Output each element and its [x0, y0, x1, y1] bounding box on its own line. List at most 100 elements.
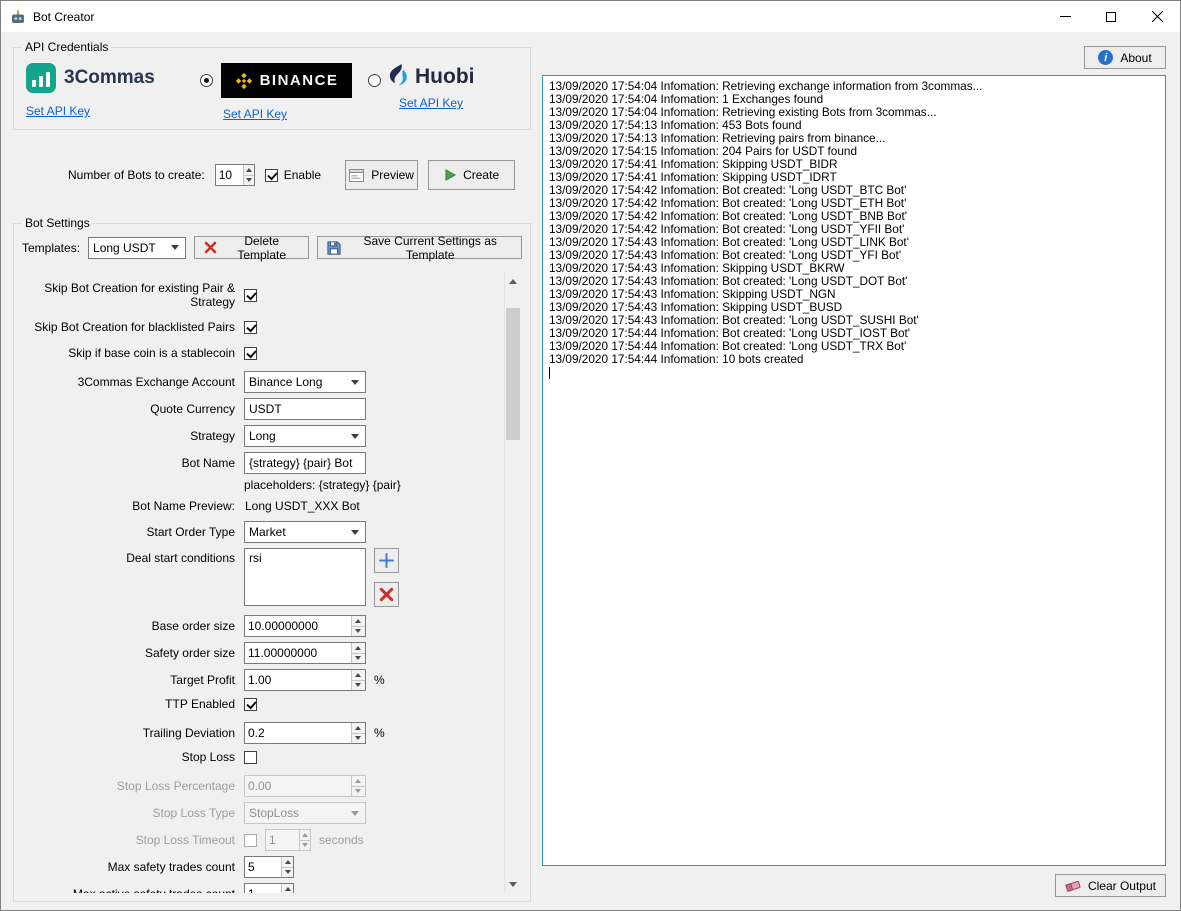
start-order-type-dropdown[interactable]: Market: [244, 521, 366, 543]
base-order-size-stepper[interactable]: [244, 615, 366, 637]
exchange-account-dropdown[interactable]: Binance Long: [244, 371, 366, 393]
strategy-dropdown[interactable]: Long: [244, 425, 366, 447]
minimize-button[interactable]: [1042, 1, 1088, 32]
skip-existing-row: Skip Bot Creation for existing Pair & St…: [22, 281, 492, 309]
down-arrow[interactable]: [351, 681, 365, 691]
max-active-safety-trades-stepper[interactable]: [244, 883, 294, 893]
preview-button[interactable]: Preview: [345, 160, 418, 190]
enable-checkbox[interactable]: [265, 169, 278, 182]
create-button-label: Create: [463, 168, 499, 182]
stop-loss-percentage-label: Stop Loss Percentage: [22, 779, 244, 793]
scrollbar-thumb[interactable]: [506, 308, 520, 440]
skip-blacklisted-checkbox[interactable]: [244, 321, 257, 334]
huobi-set-api-key-link[interactable]: Set API Key: [399, 96, 463, 110]
titlebar-left: Bot Creator: [1, 9, 94, 25]
stop-loss-timeout-row: Stop Loss Timeout seconds: [22, 829, 492, 851]
titlebar: Bot Creator: [1, 1, 1180, 32]
bot-name-row: Bot Name: [22, 452, 492, 474]
trailing-deviation-suffix: %: [374, 726, 385, 740]
up-arrow[interactable]: [351, 723, 365, 734]
quote-currency-input[interactable]: [244, 398, 366, 420]
max-active-safety-trades-input[interactable]: [245, 884, 281, 893]
target-profit-label: Target Profit: [22, 673, 244, 687]
maximize-button[interactable]: [1088, 1, 1134, 32]
target-profit-row: Target Profit %: [22, 669, 492, 691]
max-safety-trades-input[interactable]: [245, 857, 281, 877]
threecommas-set-api-key-link[interactable]: Set API Key: [26, 104, 90, 118]
start-order-type-row: Start Order Type Market: [22, 521, 492, 543]
enable-label: Enable: [284, 168, 321, 182]
scrollbar-up-arrow[interactable]: [505, 273, 521, 290]
binance-radio[interactable]: [200, 74, 213, 87]
down-arrow[interactable]: [351, 627, 365, 637]
up-arrow[interactable]: [281, 884, 293, 893]
max-active-safety-trades-label: Max active safety trades count: [22, 887, 244, 893]
clear-output-label: Clear Output: [1088, 879, 1156, 893]
down-arrow[interactable]: [281, 868, 293, 878]
bot-name-input[interactable]: [244, 452, 366, 474]
start-order-type-value: Market: [249, 525, 286, 539]
log-lines: 13/09/2020 17:54:04 Infomation: Retrievi…: [549, 80, 1159, 366]
huobi-radio[interactable]: [368, 74, 381, 87]
settings-scrollbar[interactable]: [504, 273, 521, 893]
eraser-icon: [1065, 879, 1081, 893]
titlebar-buttons: [1042, 1, 1180, 32]
close-button[interactable]: [1134, 1, 1180, 32]
content: API Credentials 3Commas Set API Key: [1, 32, 1180, 910]
save-template-button[interactable]: Save Current Settings as Template: [317, 236, 522, 259]
safety-order-size-stepper[interactable]: [244, 642, 366, 664]
trailing-deviation-stepper[interactable]: [244, 722, 366, 744]
scrollbar-track[interactable]: [505, 290, 521, 876]
bots-count-stepper[interactable]: [215, 164, 255, 186]
up-arrow[interactable]: [351, 670, 365, 681]
about-button[interactable]: About: [1084, 46, 1166, 69]
target-profit-input[interactable]: [245, 670, 351, 690]
remove-condition-button[interactable]: [374, 582, 399, 607]
scrollbar-down-arrow[interactable]: [505, 876, 521, 893]
up-arrow[interactable]: [281, 857, 293, 868]
stop-loss-row: Stop Loss: [22, 749, 492, 765]
delete-template-red-x-icon: [204, 241, 217, 254]
binance-diamond-icon: [235, 72, 253, 90]
skip-stablecoin-checkbox[interactable]: [244, 347, 257, 360]
max-safety-trades-stepper[interactable]: [244, 856, 294, 878]
up-arrow[interactable]: [351, 616, 365, 627]
deal-start-conditions-input[interactable]: rsi: [244, 548, 366, 606]
info-circle-icon: [1098, 50, 1113, 65]
binance-logo: BINANCE: [221, 63, 352, 98]
target-profit-stepper[interactable]: [244, 669, 366, 691]
trailing-deviation-input[interactable]: [245, 723, 351, 743]
delete-template-button[interactable]: Delete Template: [194, 236, 309, 259]
quote-currency-label: Quote Currency: [22, 402, 244, 416]
binance-set-api-key-link[interactable]: Set API Key: [223, 107, 287, 121]
base-order-size-row: Base order size: [22, 615, 492, 637]
bot-name-preview-row: Bot Name Preview: Long USDT_XXX Bot: [22, 498, 492, 514]
strategy-value: Long: [249, 429, 276, 443]
stop-loss-checkbox[interactable]: [244, 751, 257, 764]
bots-count-down-arrow[interactable]: [243, 176, 254, 186]
enable-checkbox-group[interactable]: Enable: [265, 168, 321, 182]
skip-existing-checkbox[interactable]: [244, 289, 257, 302]
templates-dropdown[interactable]: Long USDT: [88, 237, 186, 259]
bot-creation-row: Number of Bots to create: Enable Preview…: [13, 160, 531, 190]
bots-count-input[interactable]: [216, 165, 243, 185]
create-button[interactable]: Create: [428, 160, 515, 190]
bots-count-up-arrow[interactable]: [243, 165, 254, 176]
down-arrow[interactable]: [351, 734, 365, 744]
add-condition-button[interactable]: [374, 548, 399, 573]
provider-binance: BINANCE Set API Key: [200, 63, 352, 121]
up-arrow[interactable]: [351, 643, 365, 654]
down-arrow: [351, 787, 365, 797]
base-order-size-input[interactable]: [245, 616, 351, 636]
save-template-label: Save Current Settings as Template: [348, 234, 512, 262]
skip-stablecoin-row: Skip if base coin is a stablecoin: [22, 345, 492, 361]
bot-settings-title: Bot Settings: [22, 216, 93, 230]
exchange-account-row: 3Commas Exchange Account Binance Long: [22, 371, 492, 393]
down-arrow[interactable]: [351, 654, 365, 664]
ttp-enabled-checkbox[interactable]: [244, 698, 257, 711]
safety-order-size-input[interactable]: [245, 643, 351, 663]
log-output[interactable]: 13/09/2020 17:54:04 Infomation: Retrievi…: [542, 75, 1166, 866]
up-arrow: [351, 776, 365, 787]
clear-output-button[interactable]: Clear Output: [1055, 874, 1166, 897]
chevron-down-icon: [171, 245, 179, 250]
